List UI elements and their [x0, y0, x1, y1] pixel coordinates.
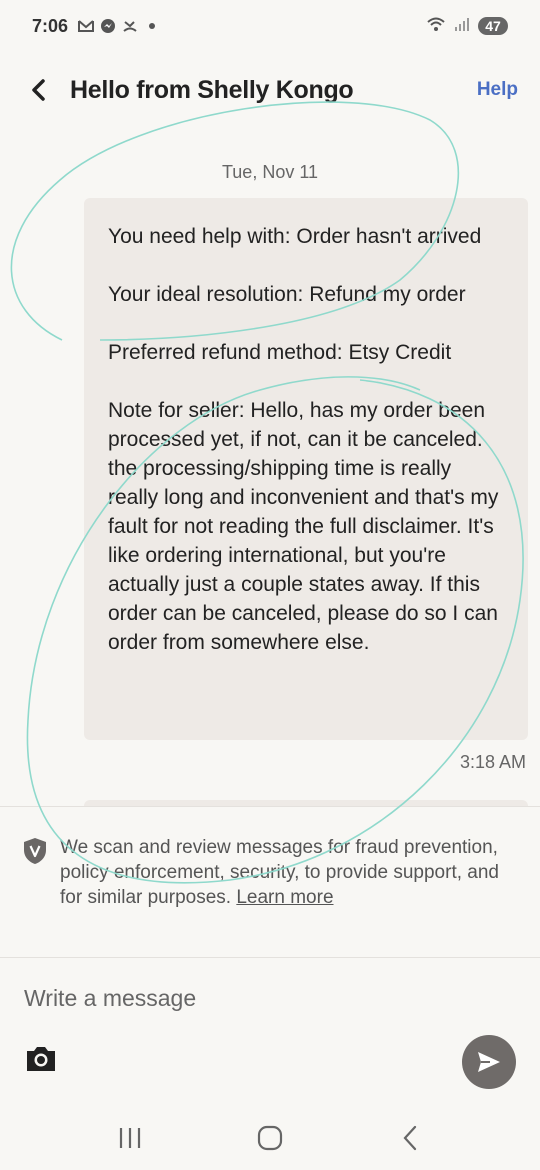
- header: Hello from Shelly Kongo Help: [0, 62, 540, 118]
- message-timestamp: 3:18 AM: [459, 752, 526, 772]
- battery-badge: 47: [478, 17, 508, 35]
- shield-icon: [24, 838, 46, 864]
- status-time: 7:06: [32, 15, 69, 36]
- send-button[interactable]: [462, 1035, 516, 1089]
- message-paragraph: Note for seller: Hello, has my order bee…: [108, 399, 499, 654]
- message-paragraph: You need help with: Order hasn't arrived: [108, 225, 482, 248]
- back-icon: [403, 1125, 417, 1151]
- message-paragraph: Preferred refund method: Etsy Credit: [108, 341, 452, 364]
- privacy-disclaimer: We scan and review messages for fraud pr…: [0, 806, 540, 958]
- message-composer: [0, 958, 540, 1098]
- system-status: 47: [426, 16, 508, 37]
- send-icon: [478, 1052, 500, 1072]
- system-nav-bar: [0, 1106, 540, 1170]
- back-button[interactable]: [22, 70, 54, 110]
- recent-apps-button[interactable]: [106, 1114, 154, 1162]
- disclaimer-text: We scan and review messages for fraud pr…: [60, 835, 510, 910]
- message-bubble: You need help with: Order hasn't arrived…: [84, 198, 528, 740]
- wifi-icon: [426, 16, 446, 37]
- camera-button[interactable]: [24, 1044, 58, 1074]
- date-divider: Tue, Nov 11: [221, 162, 319, 182]
- recent-apps-icon: [119, 1128, 141, 1148]
- gmail-icon: [78, 18, 95, 34]
- dot-icon: [144, 18, 160, 34]
- home-button[interactable]: [246, 1114, 294, 1162]
- message-paragraph: Your ideal resolution: Refund my order: [108, 283, 466, 306]
- chevron-left-icon: [32, 79, 45, 101]
- nav-back-button[interactable]: [386, 1114, 434, 1162]
- learn-more-link[interactable]: Learn more: [236, 887, 333, 908]
- messenger-icon: [100, 18, 116, 34]
- missed-call-icon: [122, 18, 138, 34]
- message-input[interactable]: [24, 978, 504, 1018]
- page-title: Hello from Shelly Kongo: [70, 75, 354, 104]
- status-bar: 7:06 47: [0, 0, 540, 52]
- help-link[interactable]: Help: [477, 79, 518, 101]
- home-icon: [257, 1125, 283, 1151]
- notification-icons: [78, 18, 160, 34]
- conversation-thread[interactable]: Tue, Nov 11 You need help with: Order ha…: [0, 130, 540, 806]
- camera-icon: [27, 1047, 55, 1071]
- signal-icon: [454, 16, 470, 37]
